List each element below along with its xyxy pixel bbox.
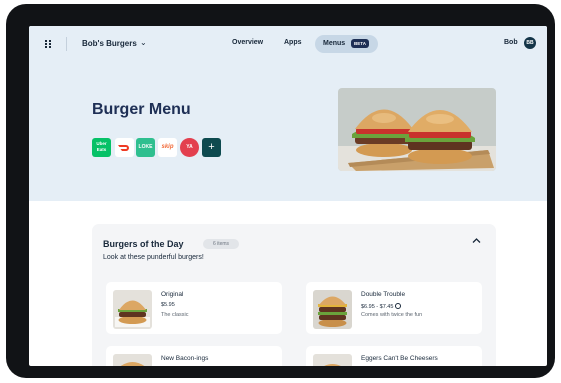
section-title: Burgers of the Day xyxy=(103,239,184,249)
item-count-badge: 6 items xyxy=(203,239,239,249)
beta-badge: BETA xyxy=(351,39,369,48)
nav-menus-label: Menus xyxy=(323,40,346,47)
menu-item-card[interactable]: New Bacon-ings xyxy=(106,346,282,366)
nav-overview[interactable]: Overview xyxy=(232,39,263,46)
burger-thumbnail xyxy=(313,290,352,329)
burgers-of-the-day-section: Burgers of the Day 6 items Look at these… xyxy=(92,224,496,366)
hero-section: Bob's Burgers ⌄ Overview Apps Menus BETA… xyxy=(29,26,547,201)
burger-photo xyxy=(338,88,496,171)
burger-thumbnail xyxy=(313,354,352,366)
doordash-icon xyxy=(118,145,129,151)
divider xyxy=(66,37,67,51)
burger-thumbnail xyxy=(113,290,152,329)
nav-apps[interactable]: Apps xyxy=(284,39,302,46)
page-title: Burger Menu xyxy=(92,101,191,118)
menu-item-card[interactable]: Eggers Can't Be Cheesers xyxy=(306,346,482,366)
menu-item-card[interactable]: Double Trouble $6.95 - $7.45 Comes with … xyxy=(306,282,482,334)
item-name: Original xyxy=(161,291,184,298)
add-app-button[interactable]: + xyxy=(202,138,221,157)
skip-logo[interactable]: skip xyxy=(158,138,177,157)
uber-eats-logo[interactable]: Uber Eats xyxy=(92,138,111,157)
tablet-frame: Bob's Burgers ⌄ Overview Apps Menus BETA… xyxy=(6,4,555,378)
item-description: Comes with twice the fun xyxy=(361,312,423,318)
restaurant-selector[interactable]: Bob's Burgers xyxy=(82,39,137,48)
item-description: The classic xyxy=(161,312,189,318)
item-name: Eggers Can't Be Cheesers xyxy=(361,355,438,362)
doordash-logo[interactable] xyxy=(115,138,134,157)
item-name: New Bacon-ings xyxy=(161,355,209,362)
item-price: $6.95 - $7.45 xyxy=(361,302,402,310)
chevron-down-icon[interactable]: ⌄ xyxy=(140,38,147,47)
clock-icon xyxy=(395,303,402,309)
app-screen: Bob's Burgers ⌄ Overview Apps Menus BETA… xyxy=(29,26,547,366)
item-price: $5.95 xyxy=(161,302,175,308)
chevron-up-icon[interactable] xyxy=(472,237,481,246)
burger-thumbnail xyxy=(113,354,152,366)
loke-logo[interactable]: LOKE xyxy=(136,138,155,157)
item-name: Double Trouble xyxy=(361,291,406,298)
grid-menu-icon[interactable] xyxy=(45,40,51,48)
menu-item-card[interactable]: Original $5.95 The classic xyxy=(106,282,282,334)
nav-menus[interactable]: Menus BETA xyxy=(315,35,378,53)
section-subtitle: Look at these punderful burgers! xyxy=(103,254,204,261)
user-name[interactable]: Bob xyxy=(504,39,518,46)
top-bar: Bob's Burgers ⌄ Overview Apps Menus BETA… xyxy=(29,26,547,58)
avatar[interactable]: BB xyxy=(524,37,536,49)
ya-logo[interactable]: YA xyxy=(180,138,199,157)
